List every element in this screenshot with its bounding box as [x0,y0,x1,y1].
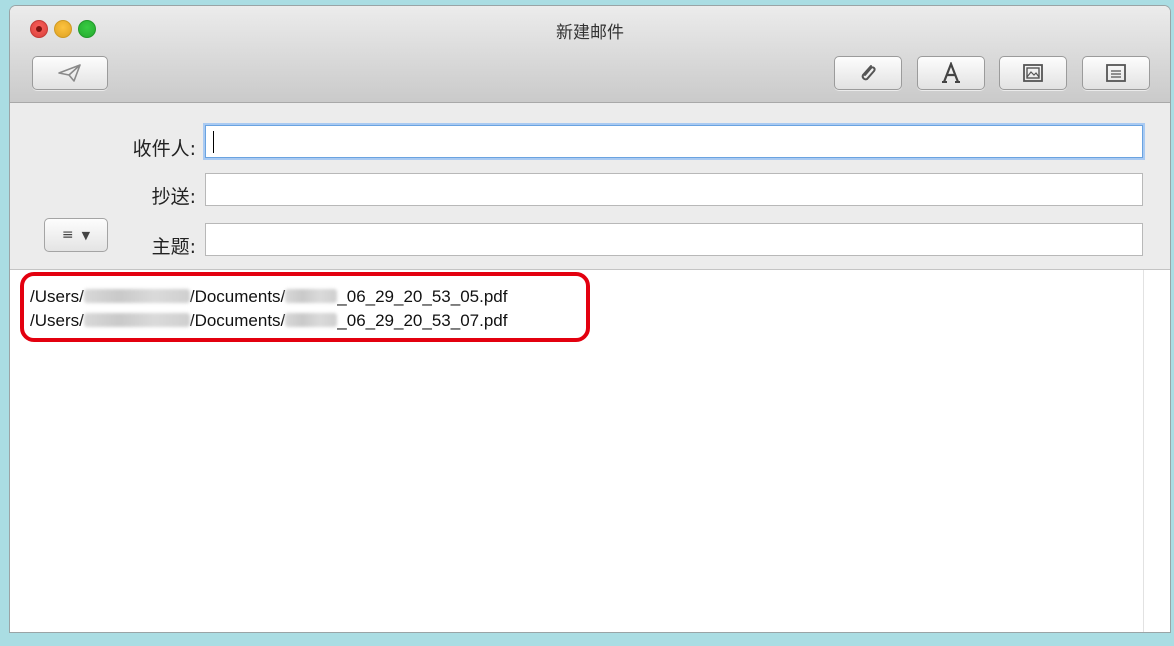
cc-field[interactable] [205,173,1143,206]
send-button[interactable] [32,56,108,90]
stationery-button[interactable] [1082,56,1150,90]
scrollbar-track[interactable] [1143,270,1170,632]
photo-browser-icon [1023,64,1043,82]
chevron-down-icon: ▼ [81,228,91,242]
stationery-icon [1106,64,1126,82]
letter-a-icon [942,62,960,83]
attach-button[interactable] [834,56,902,90]
list-icon: ≡ [61,227,74,243]
paperclip-icon [861,65,876,81]
compose-window: 新建邮件 收件人: 抄送: ≡ ▼ 主题: /Users/ /Documents… [10,6,1170,632]
header-fields-menu-button[interactable]: ≡ ▼ [44,218,108,252]
to-field[interactable] [205,125,1143,158]
paper-plane-icon [58,64,81,82]
titlebar: 新建邮件 [10,6,1170,103]
to-label: 收件人: [132,138,196,160]
window-title: 新建邮件 [556,23,624,43]
photo-browser-button[interactable] [999,56,1067,90]
subject-field[interactable] [205,223,1143,256]
message-header-fields: 收件人: 抄送: ≡ ▼ 主题: [10,103,1170,270]
text-caret [213,131,214,153]
font-button[interactable] [917,56,985,90]
subject-label: 主题: [151,236,196,258]
cc-label: 抄送: [151,186,196,208]
attachment-highlight-annotation [20,272,590,342]
